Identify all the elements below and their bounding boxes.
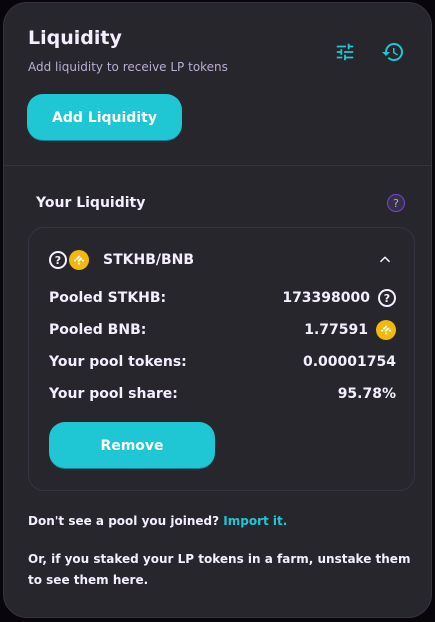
history-icon: [382, 43, 403, 62]
your-liquidity-title: Your Liquidity: [36, 195, 146, 211]
import-prompt: Don't see a pool you joined? Import it.: [28, 514, 287, 528]
row-label: Your pool share:: [49, 386, 178, 402]
row-value: 1.77591: [304, 322, 368, 338]
question-icon: ?: [49, 251, 67, 269]
unstake-note: Or, if you staked your LP tokens in a fa…: [28, 552, 411, 587]
question-icon: ?: [378, 289, 396, 307]
row-label: Your pool tokens:: [49, 354, 187, 370]
pooled-bnb-row: Pooled BNB: 1.77591: [49, 320, 396, 340]
page-title: Liquidity: [28, 27, 122, 49]
pooled-stkhb-row: Pooled STKHB: 173398000 ?: [49, 288, 396, 308]
import-link[interactable]: Import it.: [223, 514, 287, 528]
liquidity-card: Liquidity Add liquidity to receive LP to…: [3, 2, 432, 618]
divider: [4, 165, 431, 166]
history-button[interactable]: [380, 39, 406, 65]
bnb-icon: [69, 250, 89, 270]
settings-button[interactable]: [332, 39, 358, 65]
settings-tune-icon: [336, 43, 354, 61]
pool-share-row: Your pool share: 95.78%: [49, 384, 396, 404]
page-subtitle: Add liquidity to receive LP tokens: [28, 60, 228, 74]
remove-button[interactable]: Remove: [49, 422, 215, 469]
chevron-up-icon[interactable]: [378, 252, 392, 266]
row-value: 173398000: [282, 290, 370, 306]
pool-card: ? STKHB/BNB Pooled STKHB: 173398000 ? Po…: [28, 227, 415, 491]
import-question: Don't see a pool you joined?: [28, 514, 220, 528]
row-value: 0.00001754: [303, 354, 396, 370]
help-icon[interactable]: ?: [387, 194, 405, 212]
pair-name: STKHB/BNB: [103, 252, 195, 268]
row-label: Pooled BNB:: [49, 322, 147, 338]
row-label: Pooled STKHB:: [49, 290, 167, 306]
liquidity-header: Liquidity Add liquidity to receive LP to…: [4, 3, 431, 166]
bnb-icon: [376, 320, 396, 340]
pair-header: ? STKHB/BNB: [49, 250, 194, 270]
add-liquidity-button[interactable]: Add Liquidity: [27, 94, 182, 141]
row-value: 95.78%: [337, 386, 396, 402]
pool-tokens-row: Your pool tokens: 0.00001754: [49, 352, 396, 372]
